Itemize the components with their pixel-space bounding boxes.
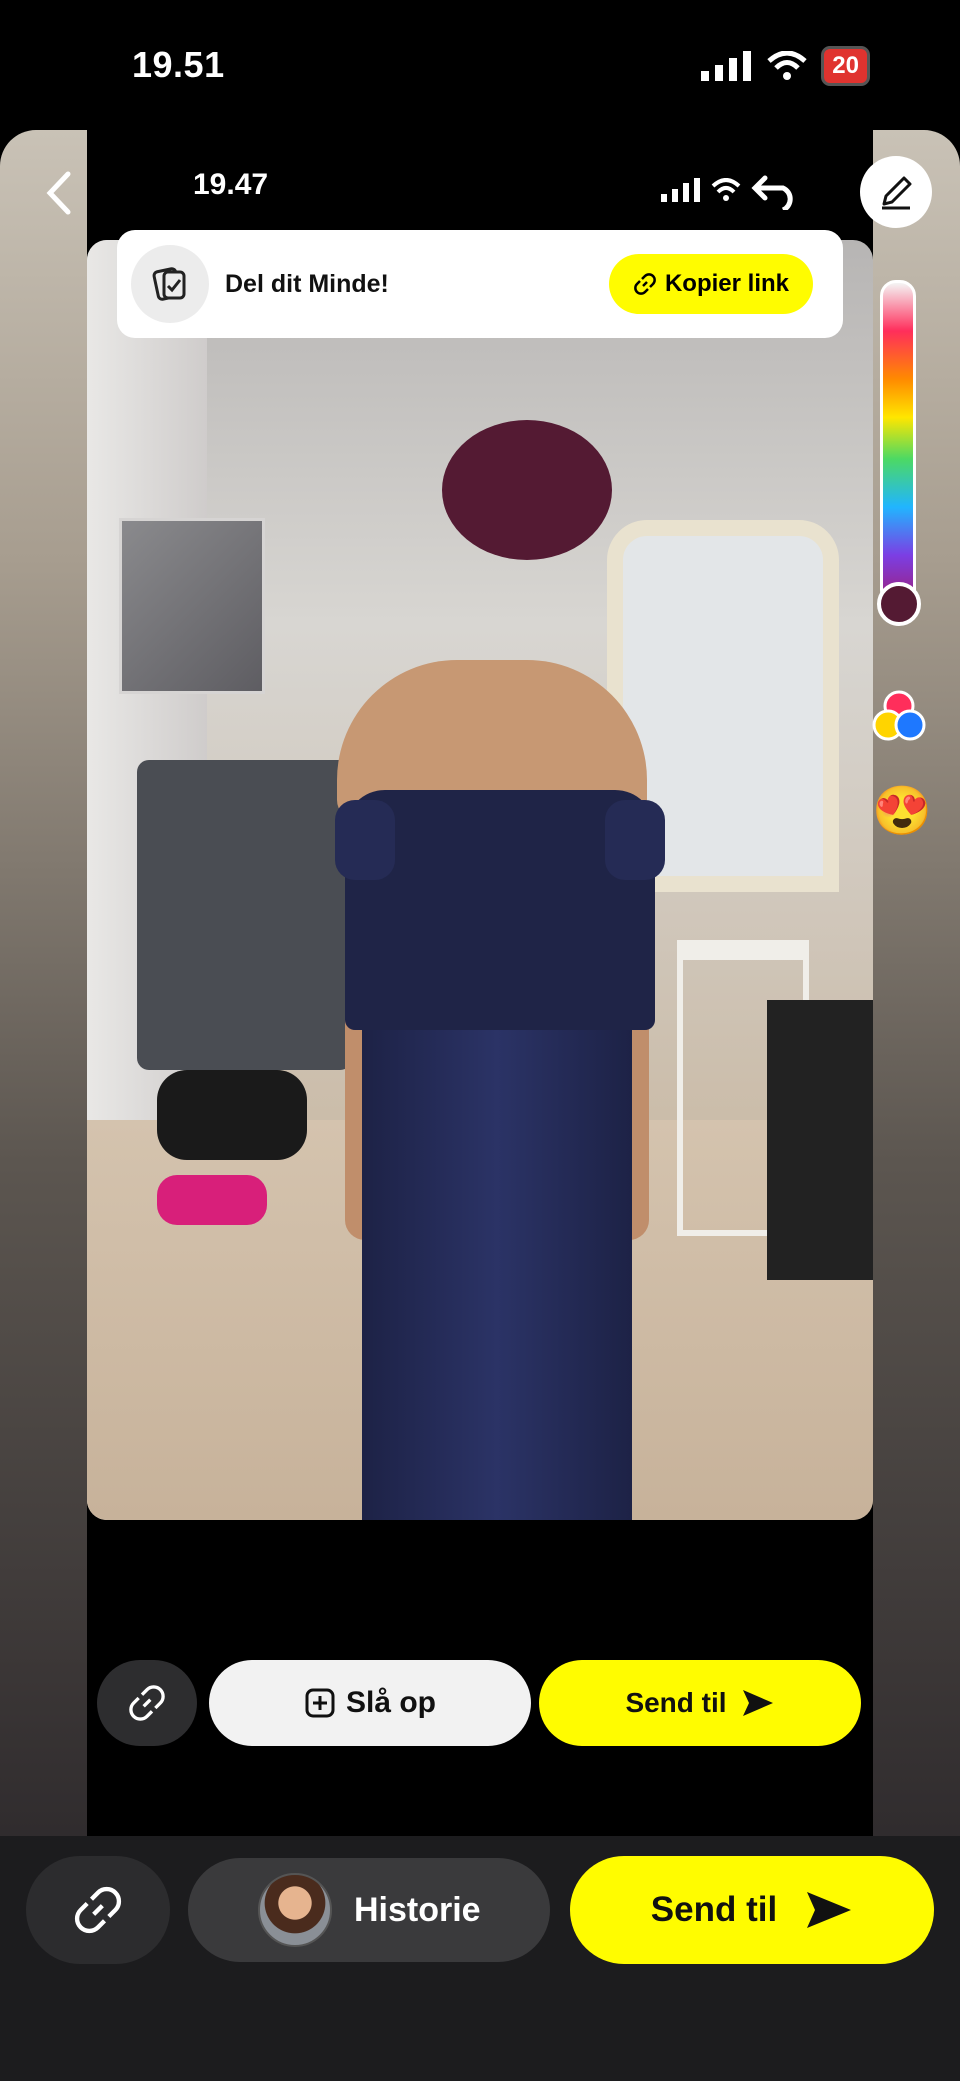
inner-status-icons	[661, 170, 801, 210]
post-button[interactable]: Slå op	[209, 1660, 531, 1746]
inner-signal-icon	[661, 178, 700, 202]
emoji-button[interactable]: 😍	[872, 782, 932, 839]
back-chevron-icon[interactable]	[44, 170, 74, 216]
send-arrow-icon	[807, 1892, 852, 1928]
inner-action-bar: Slå op Send til	[87, 1660, 873, 1780]
inner-status-time: 19.47	[193, 168, 269, 201]
story-label: Historie	[354, 1890, 481, 1929]
link-icon	[634, 273, 656, 295]
inner-send-label: Send til	[625, 1687, 727, 1718]
color-palette-icon[interactable]	[870, 688, 928, 746]
copy-link-label: Kopier link	[664, 270, 789, 297]
dress-sleeve-left	[335, 800, 395, 880]
chair	[767, 1000, 873, 1280]
inner-send-button[interactable]: Send til	[539, 1660, 861, 1746]
photo	[87, 240, 873, 1520]
dress-sleeve-right	[605, 800, 665, 880]
face-scribble-drawing	[442, 420, 612, 560]
link-button[interactable]	[26, 1856, 170, 1964]
shared-screenshot: 19.47 Del dit Minde! Kopier link Slå op …	[87, 130, 873, 1836]
inner-status-bar: 19.47	[87, 130, 873, 242]
link-icon	[129, 1685, 165, 1721]
copy-link-button[interactable]: Kopier link	[608, 254, 813, 314]
send-to-label: Send til	[650, 1890, 778, 1929]
bottom-bar: Historie Send til	[0, 1836, 960, 2081]
painting	[119, 518, 265, 694]
pink-fabric	[157, 1175, 267, 1225]
dress-skirt	[362, 1020, 632, 1520]
send-to-button[interactable]: Send til	[570, 1856, 934, 1964]
story-button[interactable]: Historie	[188, 1858, 550, 1962]
wifi-icon	[767, 51, 807, 80]
minde-banner[interactable]: Del dit Minde! Kopier link	[117, 230, 843, 338]
avatar	[258, 1873, 332, 1947]
inner-link-button[interactable]	[97, 1660, 197, 1746]
memories-icon	[131, 245, 209, 323]
link-icon	[74, 1886, 122, 1934]
plus-square-icon	[305, 1688, 335, 1718]
status-time: 19.51	[132, 44, 225, 85]
post-label: Slå op	[345, 1686, 436, 1719]
minde-banner-text: Del dit Minde!	[225, 269, 389, 298]
color-slider[interactable]	[880, 280, 916, 606]
signal-icon	[701, 51, 752, 81]
pencil-button[interactable]	[860, 156, 932, 228]
status-icons: 20	[701, 46, 870, 86]
color-slider-knob[interactable]	[877, 582, 921, 626]
pencil-icon	[882, 176, 912, 210]
battery-indicator: 20	[821, 46, 870, 86]
send-arrow-icon	[742, 1690, 773, 1716]
status-bar: 19.51 20	[0, 0, 960, 130]
inner-wifi-icon	[711, 178, 741, 201]
clothes-pile	[157, 1070, 307, 1160]
undo-icon[interactable]	[751, 170, 801, 210]
sofa	[137, 760, 352, 1070]
